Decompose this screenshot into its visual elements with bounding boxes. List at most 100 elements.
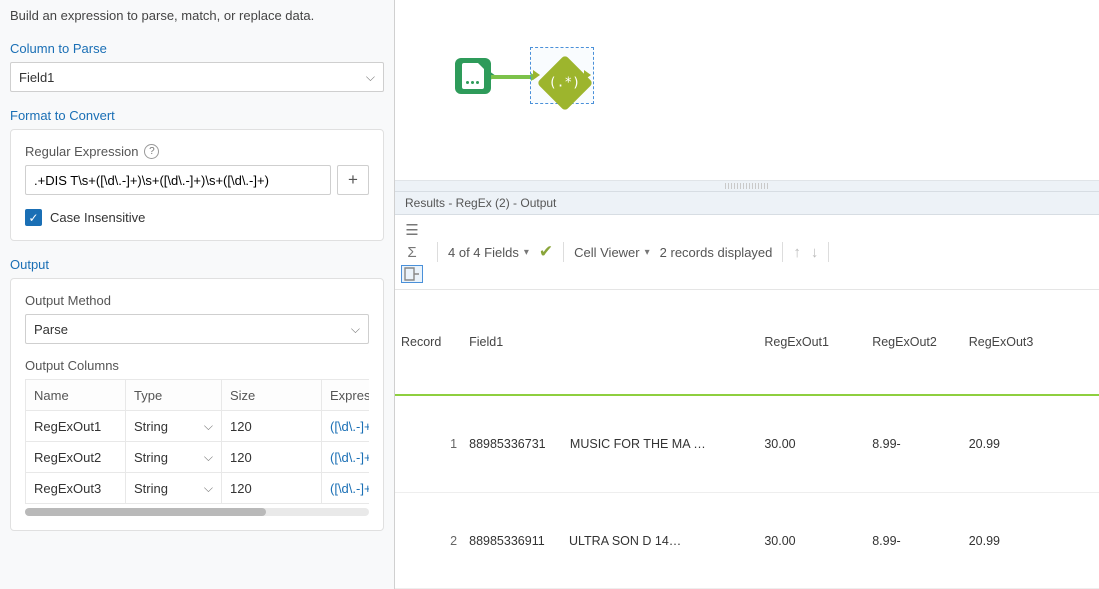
- table-row: RegExOut3 String⌵ 120 ([\d\.-]+: [26, 473, 370, 504]
- output-columns-table-wrap: Name Type Size Expressi RegExOut1 String…: [25, 379, 369, 516]
- table-row[interactable]: 1 88985336731 MUSIC FOR THE MA … 30.00 8…: [395, 395, 1099, 493]
- chevron-down-icon: ⌵: [204, 419, 213, 434]
- output-anchor-icon[interactable]: [584, 70, 591, 80]
- regex-label: Regular Expression: [25, 144, 138, 159]
- col-regexout3[interactable]: RegExOut3: [963, 290, 1099, 395]
- output-box: Output Method Parse ⌵ Output Columns Nam…: [10, 278, 384, 531]
- output-method-label: Output Method: [25, 293, 111, 308]
- regex-label-row: Regular Expression ?: [25, 144, 369, 159]
- case-insensitive-row[interactable]: ✓ Case Insensitive: [25, 209, 369, 226]
- regex-tool[interactable]: (.*): [538, 55, 586, 95]
- case-insensitive-label: Case Insensitive: [50, 210, 145, 225]
- cell-expr[interactable]: ([\d\.-]+: [322, 442, 370, 473]
- records-displayed: 2 records displayed: [660, 245, 773, 260]
- format-box: Regular Expression ? + ✓ Case Insensitiv…: [10, 129, 384, 241]
- cell-name[interactable]: RegExOut1: [26, 411, 126, 442]
- fields-dropdown[interactable]: 4 of 4 Fields ▾: [448, 245, 529, 260]
- help-icon[interactable]: ?: [144, 144, 159, 159]
- chevron-down-icon: ⌵: [351, 322, 360, 337]
- chevron-down-icon: ⌵: [366, 70, 375, 85]
- cell-r3: 20.99: [963, 493, 1099, 589]
- up-arrow-icon[interactable]: ↑: [793, 244, 801, 261]
- cell-record: 2: [395, 493, 463, 589]
- panel-grip[interactable]: [395, 180, 1099, 191]
- cell-size[interactable]: 120: [222, 411, 322, 442]
- cell-r1: 30.00: [758, 493, 866, 589]
- workflow-canvas[interactable]: (.*): [395, 0, 1099, 180]
- table-header-row: Name Type Size Expressi: [26, 380, 370, 411]
- column-to-parse-group: Column to Parse Field1 ⌵: [10, 41, 384, 92]
- table-row: RegExOut1 String⌵ 120 ([\d\.-]+: [26, 411, 370, 442]
- cell-type[interactable]: String⌵: [126, 473, 222, 504]
- intro-text: Build an expression to parse, match, or …: [10, 8, 384, 23]
- output-label: Output: [10, 257, 384, 272]
- horizontal-scrollbar[interactable]: [25, 508, 369, 516]
- check-icon[interactable]: ✔: [539, 242, 553, 262]
- view-switcher: ☰ Σ: [401, 221, 423, 283]
- input-anchor-icon[interactable]: [533, 70, 540, 80]
- table-row: RegExOut2 String⌵ 120 ([\d\.-]+: [26, 442, 370, 473]
- format-group: Format to Convert Regular Expression ? +…: [10, 108, 384, 241]
- table-header-row: Record Field1 RegExOut1 RegExOut2 RegExO…: [395, 290, 1099, 395]
- chevron-down-icon: ⌵: [204, 450, 213, 465]
- table-row[interactable]: 2 88985336911 ULTRA SON D 14… 30.00 8.99…: [395, 493, 1099, 589]
- column-to-parse-value: Field1: [19, 70, 54, 85]
- cell-name[interactable]: RegExOut2: [26, 442, 126, 473]
- output-columns-label: Output Columns: [25, 358, 119, 373]
- col-name-header[interactable]: Name: [26, 380, 126, 411]
- right-panel: (.*) Results - RegEx (2) - Output ☰ Σ 4 …: [395, 0, 1099, 589]
- results-header: Results - RegEx (2) - Output: [395, 191, 1099, 215]
- separator: [437, 242, 438, 262]
- cell-viewer-dropdown[interactable]: Cell Viewer ▾: [574, 245, 650, 260]
- cell-type[interactable]: String⌵: [126, 411, 222, 442]
- cell-expr[interactable]: ([\d\.-]+: [322, 411, 370, 442]
- down-arrow-icon[interactable]: ↓: [811, 244, 819, 261]
- column-to-parse-select[interactable]: Field1 ⌵: [10, 62, 384, 92]
- col-regexout1[interactable]: RegExOut1: [758, 290, 866, 395]
- chevron-down-icon: ▾: [524, 247, 529, 258]
- checkbox-checked-icon[interactable]: ✓: [25, 209, 42, 226]
- cell-record: 1: [395, 395, 463, 493]
- cell-name[interactable]: RegExOut3: [26, 473, 126, 504]
- list-view-icon[interactable]: ☰: [401, 221, 423, 239]
- col-field1[interactable]: Field1: [463, 290, 758, 395]
- separator: [563, 242, 564, 262]
- col-type-header[interactable]: Type: [126, 380, 222, 411]
- results-data: Record Field1 RegExOut1 RegExOut2 RegExO…: [395, 290, 1099, 589]
- file-icon: [462, 63, 484, 89]
- cell-r2: 8.99-: [866, 493, 963, 589]
- column-to-parse-label: Column to Parse: [10, 41, 384, 56]
- separator: [782, 242, 783, 262]
- config-panel: Build an expression to parse, match, or …: [0, 0, 395, 589]
- output-method-select[interactable]: Parse ⌵: [25, 314, 369, 344]
- results-table[interactable]: Record Field1 RegExOut1 RegExOut2 RegExO…: [395, 290, 1099, 589]
- cell-r2: 8.99-: [866, 395, 963, 493]
- cell-type[interactable]: String⌵: [126, 442, 222, 473]
- schema-view-icon[interactable]: [401, 265, 423, 283]
- cell-expr[interactable]: ([\d\.-]+: [322, 473, 370, 504]
- separator: [828, 242, 829, 262]
- col-expr-header[interactable]: Expressi: [322, 380, 370, 411]
- col-size-header[interactable]: Size: [222, 380, 322, 411]
- sigma-icon[interactable]: Σ: [401, 243, 423, 261]
- chevron-down-icon: ⌵: [204, 481, 213, 496]
- cell-r1: 30.00: [758, 395, 866, 493]
- col-regexout2[interactable]: RegExOut2: [866, 290, 963, 395]
- output-columns-table: Name Type Size Expressi RegExOut1 String…: [25, 379, 369, 504]
- connection-wire[interactable]: [491, 75, 533, 79]
- cell-field1: 88985336911 ULTRA SON D 14…: [463, 493, 758, 589]
- regex-input[interactable]: [25, 165, 331, 195]
- input-tool-icon[interactable]: [455, 58, 491, 94]
- output-method-value: Parse: [34, 322, 68, 337]
- format-label: Format to Convert: [10, 108, 384, 123]
- cell-field1: 88985336731 MUSIC FOR THE MA …: [463, 395, 758, 493]
- chevron-down-icon: ▾: [645, 247, 650, 258]
- cell-size[interactable]: 120: [222, 473, 322, 504]
- add-expression-button[interactable]: +: [337, 165, 369, 195]
- regex-row: +: [25, 165, 369, 195]
- cell-size[interactable]: 120: [222, 442, 322, 473]
- cell-r3: 20.99: [963, 395, 1099, 493]
- output-group: Output Output Method Parse ⌵ Output Colu…: [10, 257, 384, 531]
- col-record[interactable]: Record: [395, 290, 463, 395]
- results-toolbar: ☰ Σ 4 of 4 Fields ▾ ✔ Cell Viewer ▾ 2 re…: [395, 215, 1099, 290]
